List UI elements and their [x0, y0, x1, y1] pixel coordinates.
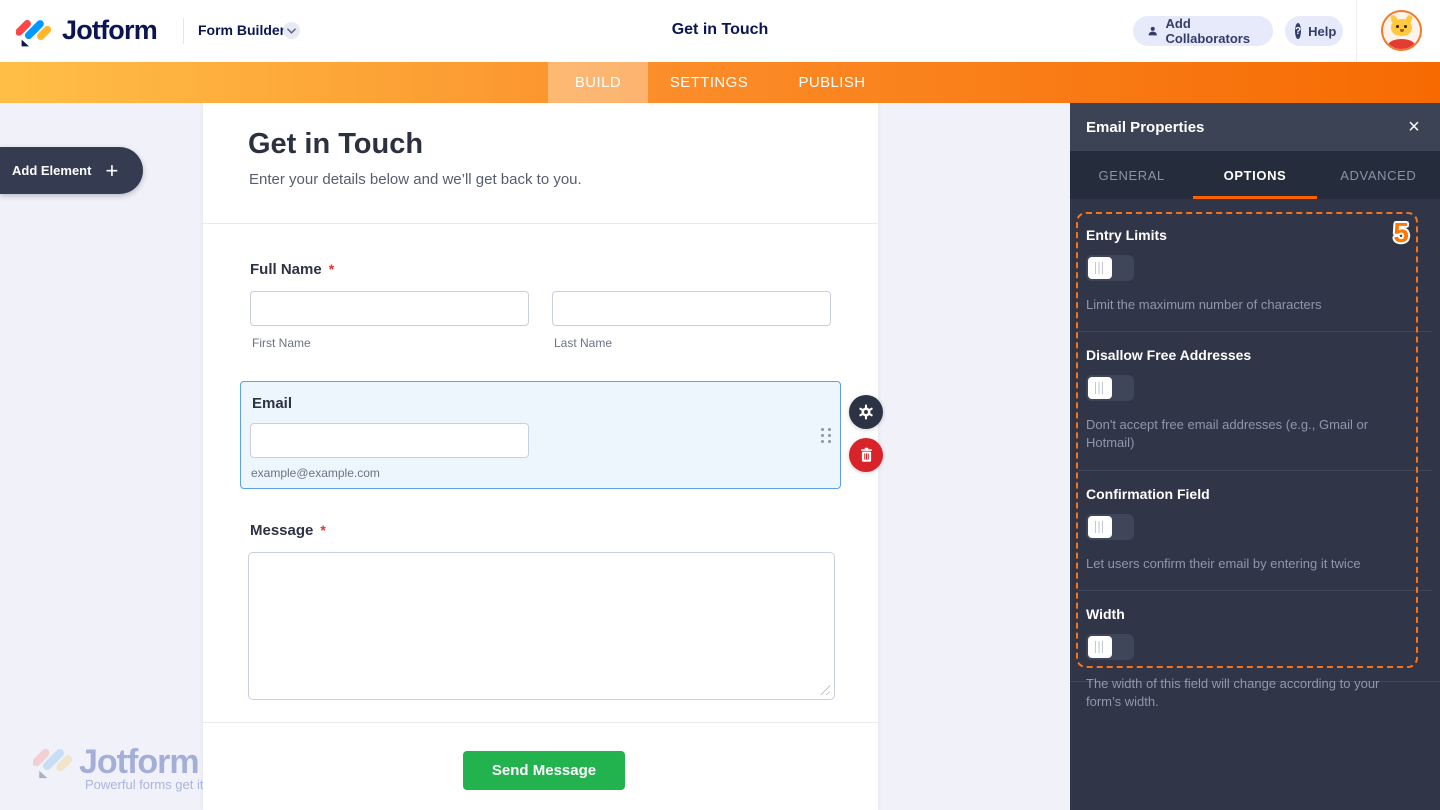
- disallow-free-description: Don't accept free email addresses (e.g.,…: [1086, 416, 1416, 452]
- required-asterisk: *: [329, 261, 334, 277]
- required-asterisk: *: [320, 522, 325, 538]
- tab-options[interactable]: OPTIONS: [1193, 151, 1316, 199]
- disallow-free-toggle[interactable]: [1086, 375, 1134, 401]
- form-title[interactable]: Get in Touch: [248, 128, 423, 161]
- header-vertical-divider: [1356, 0, 1357, 62]
- entry-limits-toggle[interactable]: [1086, 255, 1134, 281]
- width-toggle[interactable]: [1086, 634, 1134, 660]
- toggle-knob: [1088, 377, 1112, 399]
- form-header-divider: [203, 223, 878, 224]
- entry-limits-label: Entry Limits: [1086, 227, 1422, 243]
- panel-section-divider: [1070, 681, 1440, 682]
- top-header: Jotform Form Builder Get in Touch Add Co…: [0, 0, 1440, 62]
- tab-advanced[interactable]: ADVANCED: [1317, 151, 1440, 199]
- plus-icon: +: [105, 160, 118, 182]
- option-row-disallow-free: Disallow Free Addresses Don't accept fre…: [1078, 332, 1432, 470]
- add-element-button[interactable]: Add Element +: [0, 147, 143, 194]
- last-name-input[interactable]: [552, 291, 831, 326]
- message-textarea[interactable]: [248, 552, 835, 700]
- properties-panel-header: Email Properties ×: [1070, 103, 1440, 151]
- avatar-art: [1396, 25, 1399, 28]
- watermark-logo-icon: [33, 740, 73, 785]
- add-collaborators-label: Add Collaborators: [1166, 16, 1259, 46]
- properties-panel-body: Entry Limits Limit the maximum number of…: [1070, 199, 1440, 810]
- add-collaborators-button[interactable]: Add Collaborators: [1133, 16, 1273, 46]
- person-icon: [1147, 24, 1159, 38]
- option-row-confirmation-field: Confirmation Field Let users confirm the…: [1078, 471, 1432, 591]
- resize-grip-icon[interactable]: [820, 685, 830, 695]
- properties-panel-title: Email Properties: [1086, 119, 1204, 136]
- trash-icon: [859, 447, 874, 463]
- email-input[interactable]: [250, 423, 529, 458]
- field-properties-button[interactable]: [849, 395, 883, 429]
- help-label: Help: [1308, 24, 1336, 39]
- avatar-art: [1400, 29, 1404, 32]
- form-builder-app: Jotform Form Builder Get in Touch Add Co…: [0, 0, 1440, 810]
- chevron-down-icon: [287, 28, 296, 34]
- page-title: Get in Touch: [620, 21, 820, 39]
- tab-settings[interactable]: SETTINGS: [648, 62, 770, 103]
- avatar-art: [1391, 19, 1412, 36]
- toggle-knob: [1088, 516, 1112, 538]
- entry-limits-description: Limit the maximum number of characters: [1086, 296, 1416, 314]
- confirmation-field-toggle[interactable]: [1086, 514, 1134, 540]
- delete-field-button[interactable]: [849, 438, 883, 472]
- form-footer-divider: [203, 722, 878, 723]
- builder-nav-bar: BUILD SETTINGS PUBLISH: [0, 62, 1440, 103]
- tab-build[interactable]: BUILD: [548, 62, 648, 103]
- drag-handle-icon[interactable]: [821, 428, 833, 448]
- first-name-sublabel: First Name: [252, 336, 311, 350]
- form-canvas: Get in Touch Enter your details below an…: [203, 103, 878, 810]
- email-field-label[interactable]: Email: [252, 395, 292, 412]
- width-label: Width: [1086, 606, 1422, 622]
- message-field-label[interactable]: Message *: [250, 522, 326, 539]
- product-name: Form Builder: [198, 22, 285, 38]
- disallow-free-label: Disallow Free Addresses: [1086, 347, 1422, 363]
- header-separator: [183, 18, 184, 44]
- avatar-art: [1388, 39, 1415, 51]
- options-list: Entry Limits Limit the maximum number of…: [1078, 212, 1432, 728]
- gear-icon: [857, 403, 875, 421]
- message-label-text: Message: [250, 522, 313, 539]
- form-subtitle[interactable]: Enter your details below and we’ll get b…: [249, 171, 582, 188]
- toggle-knob: [1088, 636, 1112, 658]
- tab-publish[interactable]: PUBLISH: [770, 62, 894, 103]
- properties-tab-bar: GENERAL OPTIONS ADVANCED: [1070, 151, 1440, 199]
- full-name-field-label[interactable]: Full Name *: [250, 261, 334, 278]
- tab-general[interactable]: GENERAL: [1070, 151, 1193, 199]
- confirmation-field-label: Confirmation Field: [1086, 486, 1422, 502]
- help-button[interactable]: ? Help: [1285, 16, 1343, 46]
- send-message-button[interactable]: Send Message: [463, 751, 625, 790]
- product-switcher-button[interactable]: [283, 22, 300, 39]
- full-name-label-text: Full Name: [250, 261, 322, 278]
- jotform-wordmark: Jotform: [62, 15, 157, 46]
- question-icon: ?: [1295, 23, 1301, 39]
- first-name-input[interactable]: [250, 291, 529, 326]
- user-avatar[interactable]: [1381, 10, 1422, 51]
- toggle-knob: [1088, 257, 1112, 279]
- option-row-width: Width The width of this field will chang…: [1078, 591, 1432, 728]
- add-element-label: Add Element: [12, 163, 91, 178]
- jotform-logo-icon: [16, 12, 52, 48]
- jotform-logo[interactable]: Jotform: [16, 12, 157, 48]
- last-name-sublabel: Last Name: [554, 336, 612, 350]
- email-field-selected[interactable]: Email example@example.com: [240, 381, 841, 489]
- avatar-art: [1404, 25, 1407, 28]
- option-row-entry-limits: Entry Limits Limit the maximum number of…: [1078, 212, 1432, 332]
- close-icon[interactable]: ×: [1402, 115, 1426, 139]
- email-properties-panel: Email Properties × GENERAL OPTIONS ADVAN…: [1070, 103, 1440, 810]
- email-sublabel: example@example.com: [251, 466, 380, 480]
- confirmation-field-description: Let users confirm their email by enterin…: [1086, 555, 1416, 573]
